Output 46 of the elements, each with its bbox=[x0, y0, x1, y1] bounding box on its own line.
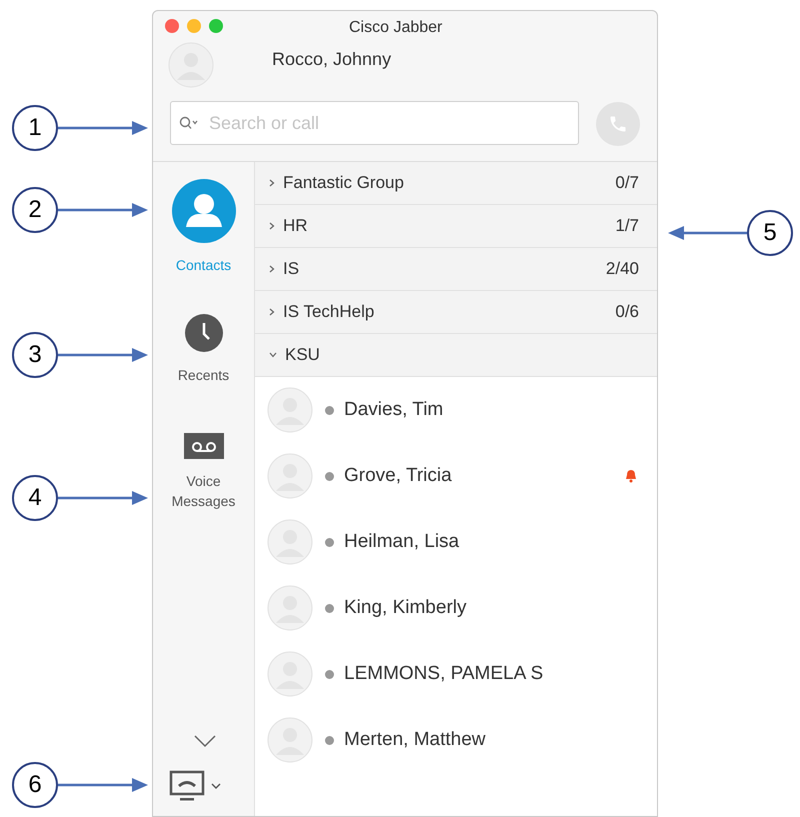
sidebar-tab[interactable]: Voice Messages bbox=[158, 433, 248, 511]
chevron-right-icon bbox=[269, 265, 275, 273]
group-header[interactable]: HR 1/7 bbox=[255, 205, 657, 248]
minimize-window-icon[interactable] bbox=[187, 19, 201, 33]
chevron-down-icon[interactable] bbox=[193, 734, 217, 748]
contact-row[interactable]: King, Kimberly bbox=[255, 575, 657, 641]
window-title: Cisco Jabber bbox=[349, 18, 442, 38]
callout-number: 2 bbox=[12, 187, 58, 233]
contact-row[interactable]: Davies, Tim bbox=[255, 377, 657, 443]
callout-number: 5 bbox=[747, 210, 793, 256]
close-window-icon[interactable] bbox=[165, 19, 179, 33]
maximize-window-icon[interactable] bbox=[209, 19, 223, 33]
callout-number: 1 bbox=[12, 105, 58, 151]
group-header[interactable]: KSU bbox=[255, 334, 657, 377]
avatar-icon bbox=[267, 651, 313, 697]
contact-row[interactable]: Grove, Tricia bbox=[255, 443, 657, 509]
voicemail-icon bbox=[184, 433, 224, 459]
chevron-down-icon bbox=[269, 352, 277, 358]
search-icon bbox=[179, 116, 199, 130]
desk-phone-icon bbox=[169, 770, 205, 802]
search-field[interactable]: Search or call bbox=[170, 101, 579, 145]
group-header[interactable]: Fantastic Group 0/7 bbox=[255, 162, 657, 205]
avatar-icon bbox=[267, 717, 313, 763]
chevron-right-icon bbox=[269, 308, 275, 316]
device-selector-button[interactable] bbox=[169, 770, 221, 802]
contact-row[interactable]: Heilman, Lisa bbox=[255, 509, 657, 575]
callout-number: 3 bbox=[12, 332, 58, 378]
clock-icon bbox=[184, 313, 224, 353]
chevron-right-icon bbox=[269, 222, 275, 230]
callout-number: 6 bbox=[12, 762, 58, 808]
phone-icon bbox=[608, 114, 628, 134]
contact-row[interactable]: LEMMONS, PAMELA S bbox=[255, 641, 657, 707]
user-name: Rocco, Johnny bbox=[272, 48, 392, 71]
sidebar-tab[interactable]: Recents bbox=[158, 313, 248, 385]
caret-icon bbox=[211, 782, 221, 790]
avatar-icon bbox=[267, 453, 313, 499]
bell-icon bbox=[625, 469, 637, 483]
group-header[interactable]: IS TechHelp 0/6 bbox=[255, 291, 657, 334]
callout-number: 4 bbox=[12, 475, 58, 521]
avatar-icon bbox=[267, 387, 313, 433]
avatar-icon bbox=[267, 519, 313, 565]
contacts-icon bbox=[172, 179, 236, 243]
avatar-icon bbox=[267, 585, 313, 631]
group-header[interactable]: IS 2/40 bbox=[255, 248, 657, 291]
contact-row[interactable]: Merten, Matthew bbox=[255, 707, 657, 773]
chevron-right-icon bbox=[269, 179, 275, 187]
